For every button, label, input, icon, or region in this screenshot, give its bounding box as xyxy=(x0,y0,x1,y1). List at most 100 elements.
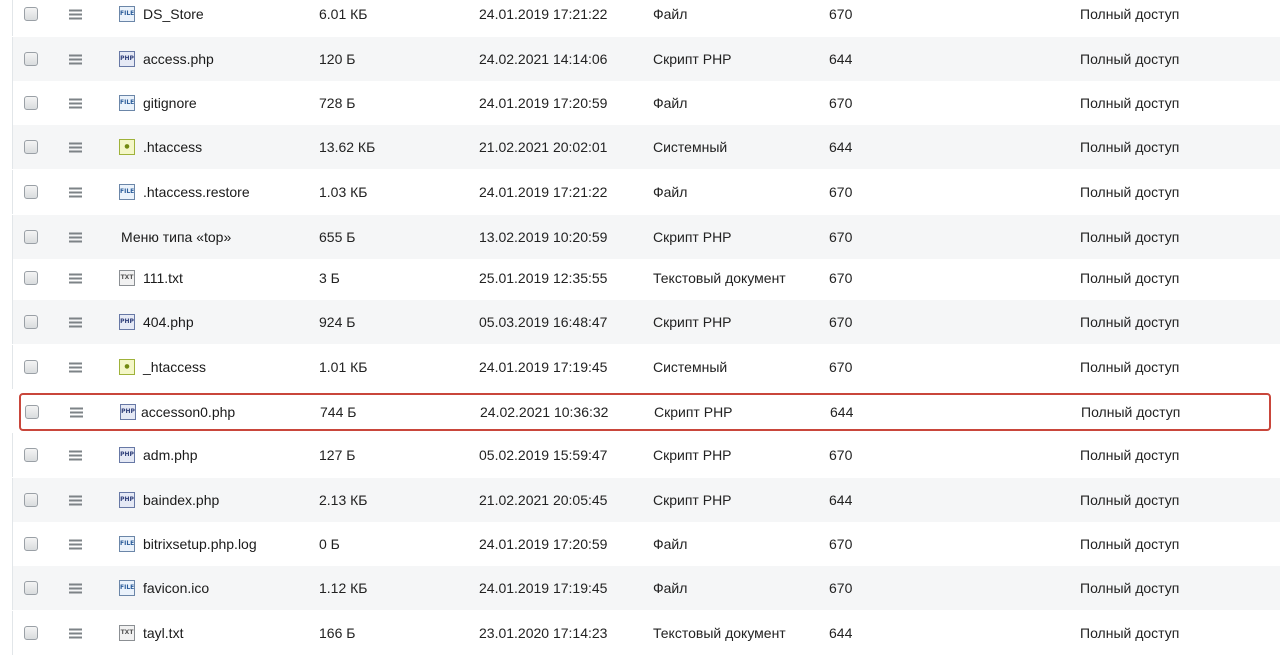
file-size: 127 Б xyxy=(319,447,356,463)
file-type: Файл xyxy=(653,580,688,596)
file-name-link[interactable]: adm.php xyxy=(143,447,197,463)
row-menu-icon[interactable] xyxy=(69,232,82,243)
row-checkbox[interactable] xyxy=(24,7,38,21)
row-menu-icon[interactable] xyxy=(69,142,82,153)
system-file-icon: ● xyxy=(119,359,135,375)
file-permissions: 670 xyxy=(829,314,853,330)
file-permissions: 644 xyxy=(829,139,853,155)
row-menu-icon[interactable] xyxy=(69,450,82,461)
php-file-icon: PHP xyxy=(120,404,136,420)
file-type: Системный xyxy=(653,139,728,155)
row-checkbox[interactable] xyxy=(24,537,38,551)
table-row[interactable]: FILE bitrixsetup.php.log 0 Б 24.01.2019 17:… xyxy=(12,522,1280,566)
row-checkbox[interactable] xyxy=(24,230,38,244)
row-menu-icon[interactable] xyxy=(69,539,82,550)
file-name-link[interactable]: .htaccess xyxy=(143,139,202,155)
table-row[interactable]: PHP 404.php 924 Б 05.03.2019 16:48:47 Скрипт… xyxy=(12,300,1280,344)
table-row[interactable]: PHP adm.php 127 Б 05.02.2019 15:59:47 Скрипт… xyxy=(12,433,1280,477)
file-type: Скрипт PHP xyxy=(653,314,732,330)
table-row[interactable]: ● _htaccess 1.01 КБ 24.01.2019 17:19:45 Сист… xyxy=(12,345,1280,389)
file-modified-date: 21.02.2021 20:02:01 xyxy=(479,139,608,155)
row-menu-icon[interactable] xyxy=(69,54,82,65)
file-type: Текстовый документ xyxy=(653,625,786,641)
table-row[interactable]: FILE .htaccess.restore 1.03 КБ 24.01.2019 1… xyxy=(12,170,1280,214)
file-modified-date: 24.01.2019 17:19:45 xyxy=(479,580,608,596)
php-file-icon: PHP xyxy=(119,51,135,67)
row-checkbox[interactable] xyxy=(24,140,38,154)
row-menu-icon[interactable] xyxy=(69,98,82,109)
file-name-link[interactable]: 404.php xyxy=(143,314,194,330)
row-menu-icon[interactable] xyxy=(69,187,82,198)
file-name-link[interactable]: DS_Store xyxy=(143,6,204,22)
file-access: Полный доступ xyxy=(1080,139,1180,155)
file-modified-date: 24.02.2021 14:14:06 xyxy=(479,51,608,67)
table-row[interactable]: TXT 111.txt 3 Б 25.01.2019 12:35:55 Текстовы… xyxy=(12,256,1280,300)
row-checkbox[interactable] xyxy=(24,271,38,285)
row-menu-icon[interactable] xyxy=(69,273,82,284)
file-type: Файл xyxy=(653,536,688,552)
table-row[interactable]: Меню типа «top» 655 Б 13.02.2019 10:20:59 С… xyxy=(12,215,1280,259)
file-name-link[interactable]: Меню типа «top» xyxy=(121,229,231,245)
file-permissions: 670 xyxy=(829,6,853,22)
file-access: Полный доступ xyxy=(1080,270,1180,286)
file-name-link[interactable]: _htaccess xyxy=(143,359,206,375)
file-access: Полный доступ xyxy=(1080,447,1180,463)
file-modified-date: 13.02.2019 10:20:59 xyxy=(479,229,608,245)
file-name-link[interactable]: bitrixsetup.php.log xyxy=(143,536,257,552)
row-menu-icon[interactable] xyxy=(69,495,82,506)
file-modified-date: 24.01.2019 17:19:45 xyxy=(479,359,608,375)
row-checkbox[interactable] xyxy=(24,581,38,595)
file-type: Скрипт PHP xyxy=(654,404,733,420)
row-menu-icon[interactable] xyxy=(69,9,82,20)
table-row-highlighted[interactable]: PHP accesson0.php 744 Б 24.02.2021 10:36:32… xyxy=(19,393,1271,431)
table-row[interactable]: PHP access.php 120 Б 24.02.2021 14:14:06 Скр… xyxy=(12,37,1280,81)
file-name-link[interactable]: gitignore xyxy=(143,95,197,111)
table-row[interactable]: FILE DS_Store 6.01 КБ 24.01.2019 17:21:22 Фа… xyxy=(12,0,1280,36)
file-modified-date: 24.01.2019 17:20:59 xyxy=(479,536,608,552)
file-name-link[interactable]: access.php xyxy=(143,51,214,67)
file-access: Полный доступ xyxy=(1080,51,1180,67)
row-checkbox[interactable] xyxy=(24,52,38,66)
file-name-link[interactable]: favicon.ico xyxy=(143,580,209,596)
file-type: Файл xyxy=(653,6,688,22)
table-row[interactable]: FILE favicon.ico 1.12 КБ 24.01.2019 17:19:4… xyxy=(12,566,1280,610)
row-menu-icon[interactable] xyxy=(69,317,82,328)
row-menu-icon[interactable] xyxy=(69,583,82,594)
file-modified-date: 24.01.2019 17:21:22 xyxy=(479,184,608,200)
table-row[interactable]: FILE gitignore 728 Б 24.01.2019 17:20:59 Фай… xyxy=(12,81,1280,125)
file-name-link[interactable]: baindex.php xyxy=(143,492,219,508)
file-access: Полный доступ xyxy=(1080,359,1180,375)
file-name-link[interactable]: .htaccess.restore xyxy=(143,184,250,200)
row-checkbox[interactable] xyxy=(24,96,38,110)
file-icon: FILE xyxy=(119,580,135,596)
row-checkbox[interactable] xyxy=(24,493,38,507)
row-checkbox[interactable] xyxy=(24,448,38,462)
row-checkbox[interactable] xyxy=(24,315,38,329)
file-permissions: 644 xyxy=(829,492,853,508)
file-permissions: 644 xyxy=(829,51,853,67)
file-modified-date: 25.01.2019 12:35:55 xyxy=(479,270,608,286)
file-name-link[interactable]: 111.txt xyxy=(143,270,183,286)
file-name-link[interactable]: tayl.txt xyxy=(143,625,183,641)
row-checkbox[interactable] xyxy=(24,626,38,640)
table-row[interactable]: ● .htaccess 13.62 КБ 21.02.2021 20:02:01 Сис… xyxy=(12,125,1280,169)
file-permissions: 670 xyxy=(829,184,853,200)
php-file-icon: PHP xyxy=(119,314,135,330)
file-size: 166 Б xyxy=(319,625,356,641)
row-checkbox[interactable] xyxy=(24,185,38,199)
file-size: 3 Б xyxy=(319,270,340,286)
file-size: 6.01 КБ xyxy=(319,6,368,22)
row-checkbox[interactable] xyxy=(24,360,38,374)
table-row[interactable]: PHP baindex.php 2.13 КБ 21.02.2021 20:05:45… xyxy=(12,478,1280,522)
file-access: Полный доступ xyxy=(1080,536,1180,552)
row-menu-icon[interactable] xyxy=(69,628,82,639)
table-row[interactable]: TXT tayl.txt 166 Б 23.01.2020 17:14:23 Текст… xyxy=(12,611,1280,655)
row-checkbox[interactable] xyxy=(25,405,39,419)
file-permissions: 670 xyxy=(829,359,853,375)
file-name-link[interactable]: accesson0.php xyxy=(141,404,235,420)
file-icon: FILE xyxy=(119,536,135,552)
row-menu-icon[interactable] xyxy=(70,407,83,418)
file-permissions: 670 xyxy=(829,447,853,463)
file-type: Текстовый документ xyxy=(653,270,786,286)
row-menu-icon[interactable] xyxy=(69,362,82,373)
